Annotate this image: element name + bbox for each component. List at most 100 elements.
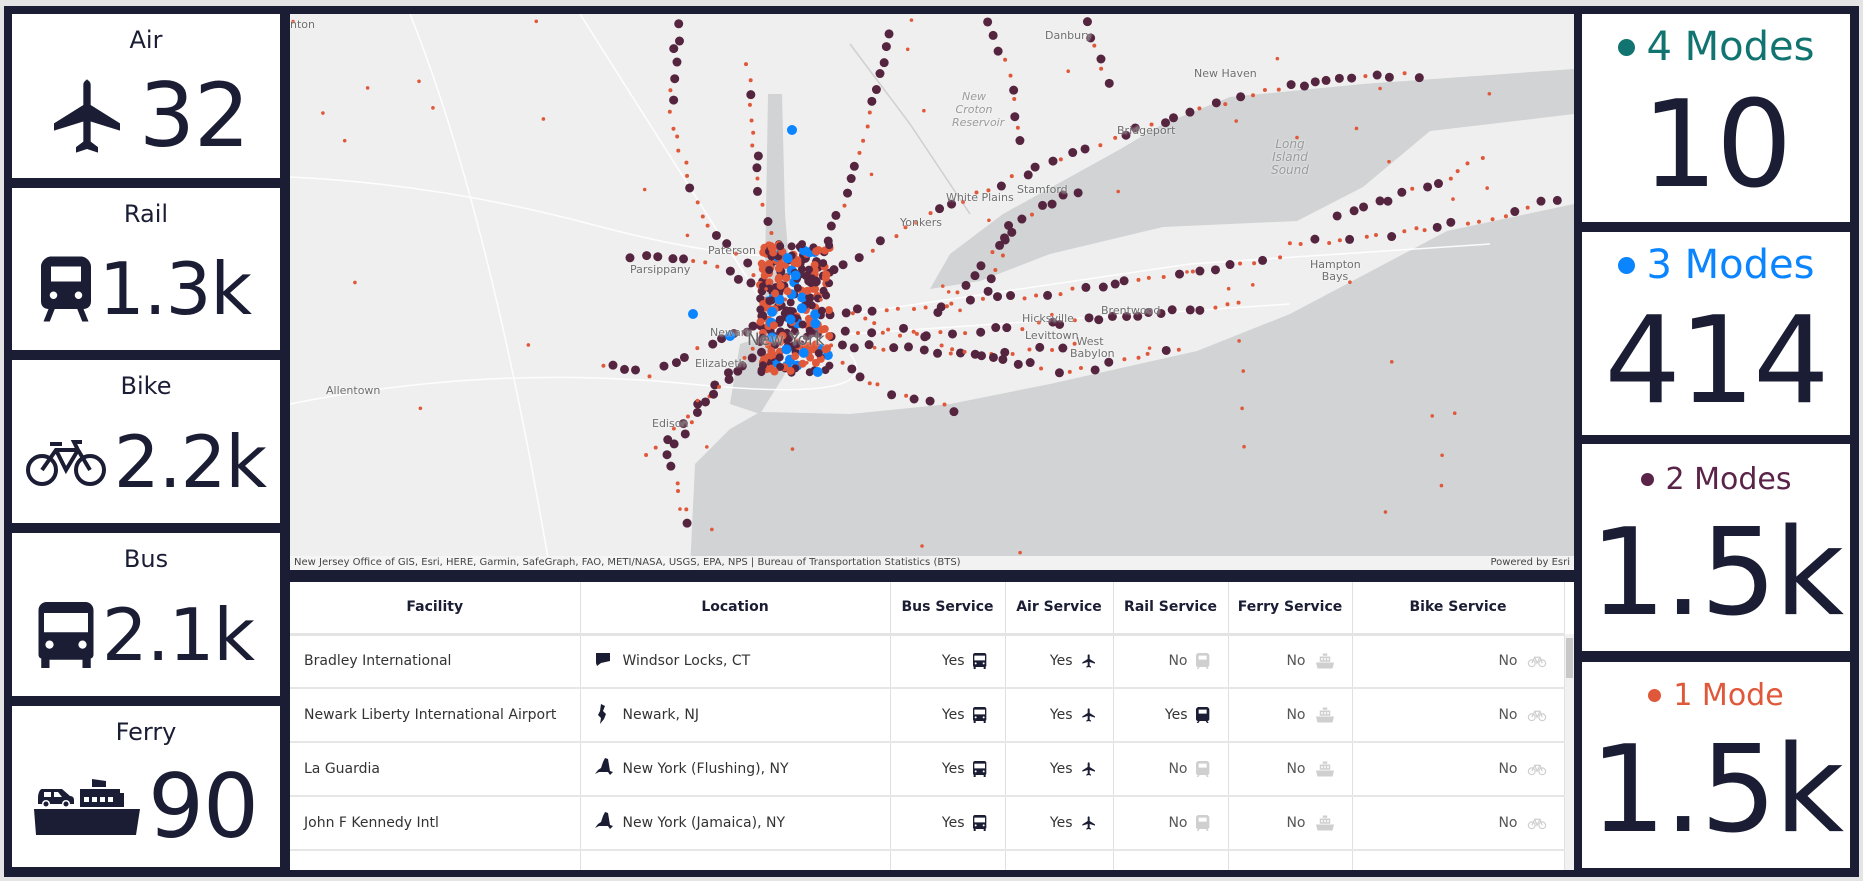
- map-point[interactable]: [987, 218, 991, 223]
- map-point[interactable]: [814, 349, 823, 358]
- map-point[interactable]: [1363, 74, 1368, 79]
- column-header-bus-service[interactable]: Bus Service: [890, 582, 1006, 636]
- map-point[interactable]: [986, 274, 996, 284]
- map-point[interactable]: [977, 351, 987, 361]
- map-point[interactable]: [1000, 233, 1010, 243]
- map-point[interactable]: [1525, 205, 1530, 210]
- map-point[interactable]: [756, 317, 765, 326]
- map-point[interactable]: [949, 301, 954, 306]
- map-point[interactable]: [1349, 206, 1359, 216]
- map-point[interactable]: [870, 248, 875, 253]
- map-point[interactable]: [676, 148, 681, 153]
- map-point[interactable]: [685, 183, 695, 193]
- map-point[interactable]: [1387, 232, 1397, 242]
- map-point[interactable]: [1116, 189, 1120, 194]
- map-point[interactable]: [933, 348, 943, 358]
- map-point[interactable]: [903, 342, 913, 352]
- map-point[interactable]: [782, 274, 791, 283]
- map-point[interactable]: [793, 283, 802, 292]
- map-point[interactable]: [1440, 453, 1444, 458]
- map-point[interactable]: [1236, 92, 1246, 102]
- column-header-bike-service[interactable]: Bike Service: [1352, 582, 1565, 636]
- map-point[interactable]: [1054, 368, 1064, 378]
- map-point[interactable]: [1009, 174, 1014, 179]
- map-point[interactable]: [1321, 75, 1331, 85]
- map-point[interactable]: [857, 150, 862, 155]
- map-point[interactable]: [715, 264, 720, 269]
- map-point[interactable]: [1465, 161, 1470, 166]
- map-point[interactable]: [949, 407, 959, 417]
- map-point[interactable]: [996, 181, 1006, 191]
- map-point[interactable]: [919, 345, 929, 355]
- map-point[interactable]: [1012, 97, 1017, 102]
- map-point[interactable]: [1276, 87, 1281, 92]
- map-point[interactable]: [976, 327, 986, 337]
- map-point[interactable]: [1387, 159, 1391, 164]
- column-header-facility[interactable]: Facility: [290, 582, 581, 636]
- map-point[interactable]: [1452, 411, 1457, 416]
- map-point[interactable]: [1013, 359, 1023, 369]
- map-point[interactable]: [747, 102, 752, 107]
- map-point[interactable]: [662, 450, 672, 460]
- map-point[interactable]: [1048, 156, 1058, 166]
- map-point[interactable]: [685, 233, 690, 238]
- table-row[interactable]: La Guardia New York (Flushing), NY Yes Yes…: [290, 742, 1565, 797]
- map-point[interactable]: [875, 382, 880, 387]
- map-point[interactable]: [841, 308, 851, 318]
- map-point[interactable]: [988, 30, 998, 40]
- map-point[interactable]: [1298, 242, 1303, 247]
- map-point[interactable]: [1030, 162, 1040, 172]
- map-point[interactable]: [787, 125, 797, 135]
- map-point[interactable]: [669, 439, 679, 449]
- map-point[interactable]: [1098, 143, 1103, 148]
- map-point[interactable]: [670, 74, 680, 84]
- map-point[interactable]: [955, 290, 960, 295]
- map-point[interactable]: [804, 360, 809, 365]
- map-point[interactable]: [864, 340, 874, 350]
- map-point[interactable]: [671, 358, 681, 368]
- map-point[interactable]: [1175, 269, 1185, 279]
- map-point[interactable]: [867, 381, 872, 386]
- map-point[interactable]: [688, 309, 698, 319]
- map-point[interactable]: [752, 163, 762, 173]
- map-point[interactable]: [534, 19, 539, 24]
- map-point[interactable]: [685, 173, 690, 178]
- map-point[interactable]: [1310, 234, 1320, 244]
- map-point[interactable]: [700, 214, 705, 219]
- map-point[interactable]: [418, 406, 423, 411]
- map-point[interactable]: [703, 260, 708, 265]
- map-point[interactable]: [1455, 169, 1460, 174]
- map-point[interactable]: [1211, 98, 1221, 108]
- map-point[interactable]: [855, 372, 865, 382]
- map-point[interactable]: [1104, 78, 1114, 88]
- map-point[interactable]: [962, 349, 967, 354]
- map-point[interactable]: [667, 109, 672, 114]
- map-point[interactable]: [1278, 255, 1283, 260]
- map-point[interactable]: [787, 242, 796, 251]
- map-point[interactable]: [1190, 269, 1195, 274]
- map-point[interactable]: [1017, 214, 1027, 224]
- map-point[interactable]: [1092, 43, 1097, 48]
- map-point[interactable]: [785, 314, 796, 325]
- map-point[interactable]: [1337, 238, 1342, 243]
- map-point[interactable]: [840, 326, 850, 336]
- map-point[interactable]: [942, 402, 947, 407]
- map-point[interactable]: [708, 339, 718, 349]
- map-point[interactable]: [963, 331, 968, 336]
- map-point[interactable]: [672, 57, 682, 67]
- map-point[interactable]: [1035, 342, 1045, 352]
- map-point[interactable]: [1465, 221, 1470, 226]
- map-point[interactable]: [1098, 282, 1108, 292]
- map-point[interactable]: [961, 280, 971, 290]
- map-point[interactable]: [695, 200, 700, 205]
- map-point[interactable]: [678, 507, 682, 511]
- map-point[interactable]: [806, 279, 815, 288]
- map-point[interactable]: [1275, 56, 1280, 61]
- map-point[interactable]: [863, 316, 868, 321]
- map-point[interactable]: [840, 360, 845, 365]
- map-point[interactable]: [691, 259, 696, 264]
- map-point[interactable]: [625, 253, 635, 263]
- map-point[interactable]: [1258, 255, 1268, 265]
- map-point[interactable]: [983, 17, 993, 27]
- map-point[interactable]: [898, 333, 903, 338]
